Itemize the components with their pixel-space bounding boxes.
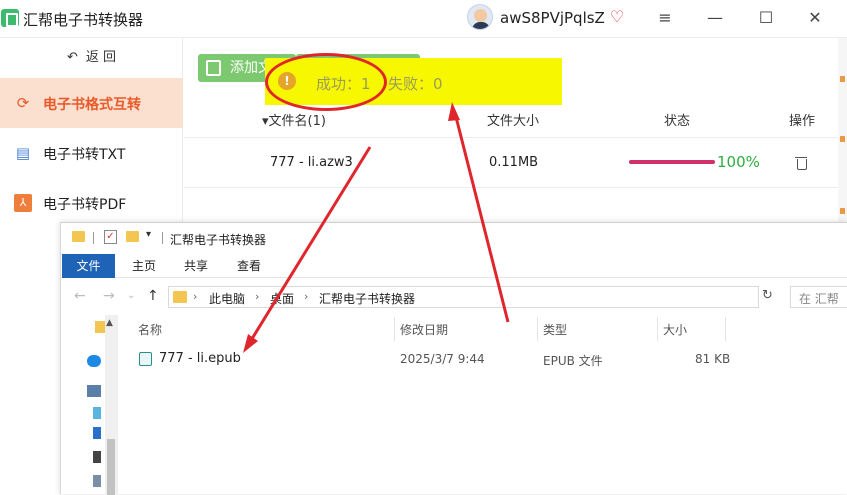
tab-file[interactable]: 文件	[62, 254, 115, 278]
app-title: 汇帮电子书转换器	[23, 11, 144, 29]
scroll-up-icon[interactable]: ▲	[106, 318, 113, 328]
file-name[interactable]: 777 - li.epub	[159, 351, 241, 366]
column-size[interactable]: 大小	[663, 321, 687, 338]
document-icon: ▤	[15, 144, 31, 162]
progress-bar	[629, 160, 715, 164]
avatar[interactable]	[467, 4, 493, 30]
navigation-pane: ▲	[61, 315, 118, 495]
address-row: ← → ⌄ ↑ › 此电脑 › 桌面 › 汇帮电子书转换器 ⌄ ↻ 在 汇帮	[61, 281, 847, 313]
tab-view[interactable]: 查看	[237, 254, 261, 278]
back-label: 返 回	[85, 50, 117, 65]
right-edge-strip	[838, 38, 847, 228]
new-folder-icon[interactable]	[126, 231, 139, 242]
documents-icon[interactable]	[93, 475, 101, 487]
folder-icon[interactable]	[95, 321, 105, 333]
sidebar-item-label: 电子书转PDF	[43, 197, 127, 213]
folder-icon	[173, 291, 187, 303]
quick-access-dropdown-icon[interactable]: ▾	[146, 229, 151, 240]
pdf-icon: ⅄	[14, 194, 32, 212]
minimize-button[interactable]: —	[703, 6, 727, 30]
computer-icon[interactable]	[87, 385, 101, 397]
trash-icon[interactable]	[794, 154, 808, 170]
tab-share[interactable]: 共享	[184, 254, 208, 278]
videos-icon[interactable]	[93, 451, 101, 463]
sidebar-item-label: 电子书格式互转	[43, 97, 141, 113]
properties-icon[interactable]: ✓	[104, 230, 117, 244]
header-divider	[184, 137, 839, 138]
row-divider	[184, 187, 839, 188]
back-arrow-icon: ↶	[66, 50, 78, 65]
sidebar-item-label: 电子书转TXT	[43, 147, 126, 163]
file-explorer-window: ✓ ▾ 汇帮电子书转换器 文件 主页 共享 查看 ← → ⌄ ↑ › 此电脑 ›…	[60, 222, 847, 495]
column-status: 状态	[664, 114, 691, 129]
annotation-ellipse	[265, 53, 387, 111]
progress-fill	[629, 160, 715, 164]
explorer-title-bar: ✓ ▾ 汇帮电子书转换器	[61, 223, 847, 254]
maximize-button[interactable]: ☐	[754, 6, 778, 30]
app-window: 汇帮电子书转换器 awS8PVjPqlsZ ♡ ≡ — ☐ ✕ ↶ 返 回 ⟳ 电…	[0, 0, 847, 495]
recent-dropdown-icon[interactable]: ⌄	[127, 290, 135, 301]
back-button[interactable]: ↶ 返 回	[0, 38, 183, 78]
user-name[interactable]: awS8PVjPqlsZ	[500, 9, 605, 27]
address-bar[interactable]: › 此电脑 › 桌面 › 汇帮电子书转换器 ⌄	[168, 286, 759, 308]
sidebar: ↶ 返 回 ⟳ 电子书格式互转 ▤ 电子书转TXT ⅄ 电子书转PDF	[0, 38, 183, 228]
nav-scrollbar[interactable]: ▲	[105, 315, 117, 495]
close-button[interactable]: ✕	[803, 6, 827, 30]
breadcrumb-desktop[interactable]: 桌面	[270, 290, 294, 307]
column-action: 操作	[789, 114, 816, 129]
column-type[interactable]: 类型	[543, 321, 567, 338]
chevron-right-icon[interactable]: ›	[255, 290, 259, 303]
divider	[162, 232, 163, 244]
breadcrumb-folder[interactable]: 汇帮电子书转换器	[319, 290, 415, 307]
forward-arrow-icon[interactable]: →	[103, 288, 115, 304]
tab-home[interactable]: 主页	[132, 254, 156, 278]
divider	[657, 317, 658, 341]
refresh-icon[interactable]: ↻	[762, 288, 773, 303]
chevron-right-icon[interactable]: ›	[193, 290, 197, 303]
toast-fail: 失败：0	[388, 75, 443, 93]
column-name[interactable]: 名称	[138, 321, 162, 338]
ribbon: 文件 主页 共享 查看	[61, 254, 847, 278]
divider	[537, 317, 538, 341]
3d-objects-icon[interactable]	[93, 407, 101, 419]
divider	[725, 317, 726, 341]
sidebar-item-format-convert[interactable]: ⟳ 电子书格式互转	[0, 78, 183, 128]
progress-percent: 100%	[717, 153, 760, 171]
folder-icon	[72, 231, 85, 242]
divider	[93, 232, 94, 244]
file-size: 81 KB	[695, 352, 731, 366]
breadcrumb-this-pc[interactable]: 此电脑	[209, 290, 245, 307]
menu-button[interactable]: ≡	[653, 6, 677, 30]
chevron-right-icon[interactable]: ›	[304, 290, 308, 303]
divider	[394, 317, 395, 341]
scroll-thumb[interactable]	[107, 439, 115, 495]
explorer-title: 汇帮电子书转换器	[170, 233, 267, 247]
column-filesize: 文件大小	[487, 114, 540, 129]
refresh-icon: ⟳	[16, 94, 30, 112]
add-file-icon	[206, 60, 221, 76]
downloads-icon[interactable]	[93, 427, 101, 439]
vip-heart-icon[interactable]: ♡	[608, 8, 626, 26]
search-input[interactable]: 在 汇帮	[790, 286, 847, 308]
column-modified[interactable]: 修改日期	[400, 321, 448, 338]
file-modified: 2025/3/7 9:44	[400, 352, 485, 366]
file-type: EPUB 文件	[543, 354, 603, 368]
up-arrow-icon[interactable]: ↑	[147, 288, 159, 304]
sidebar-item-to-txt[interactable]: ▤ 电子书转TXT	[0, 128, 183, 178]
title-bar: 汇帮电子书转换器 awS8PVjPqlsZ ♡ ≡ — ☐ ✕	[0, 0, 847, 38]
column-filename[interactable]: ▾文件名(1)	[262, 110, 326, 129]
cloud-icon[interactable]	[87, 355, 101, 367]
back-arrow-icon[interactable]: ←	[74, 288, 86, 304]
row-filename: 777 - li.azw3	[270, 155, 353, 170]
row-filesize: 0.11MB	[489, 155, 539, 170]
epub-file-icon	[139, 352, 152, 366]
app-logo-icon	[1, 9, 19, 27]
sidebar-item-to-pdf[interactable]: ⅄ 电子书转PDF	[0, 178, 183, 228]
